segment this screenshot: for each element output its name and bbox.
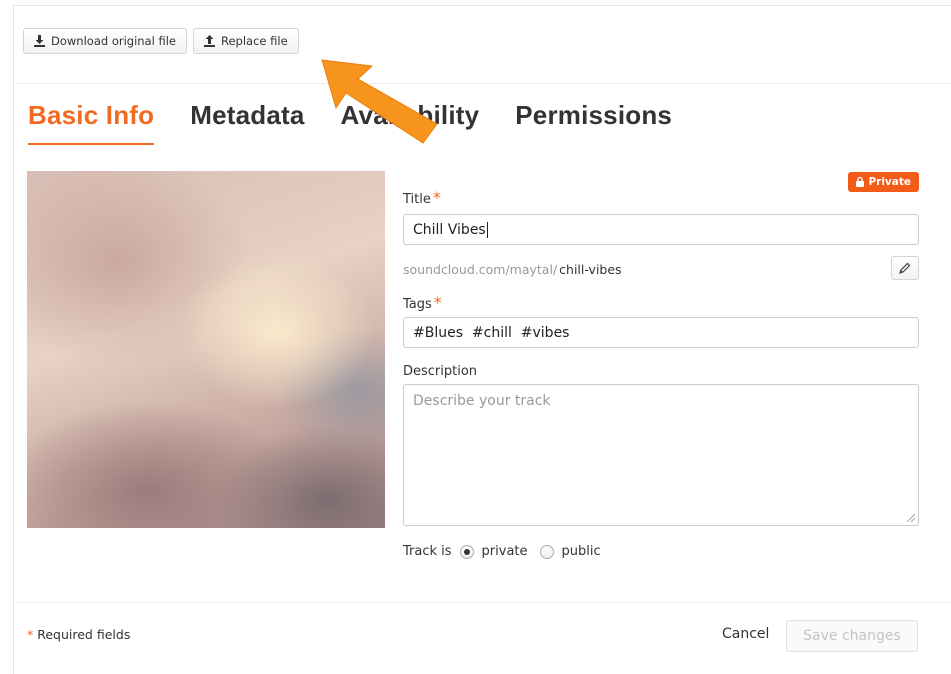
basic-info-form: Title * Private Chill Vibes soundcloud.co… [403,172,919,559]
permalink-row: soundcloud.com/maytal/ chill-vibes [403,255,919,283]
track-tabs: Basic Info Metadata Availability Permiss… [28,100,708,145]
tags-required-mark: * [433,293,442,312]
lock-icon [856,177,865,187]
replace-file-label: Replace file [220,34,288,48]
description-label-row: Description [403,360,919,380]
radio-private[interactable] [459,544,474,559]
permalink-slug: chill-vibes [559,261,622,277]
upload-icon [203,35,215,47]
required-note-mark: * [27,627,34,642]
footer-divider [14,602,951,603]
pencil-icon [899,262,911,274]
tags-input[interactable]: #Blues #chill #vibes [403,317,919,348]
description-label: Description [403,364,478,379]
toolbar-divider [14,83,951,84]
description-textarea[interactable]: Describe your track [403,384,919,526]
title-input[interactable]: Chill Vibes [403,214,919,245]
edit-permalink-button[interactable] [891,256,919,280]
title-input-value: Chill Vibes [413,221,486,238]
required-note-text: Required fields [37,627,131,642]
download-original-button[interactable]: Download original file [23,28,187,54]
title-required-mark: * [432,188,441,207]
text-caret [486,221,488,238]
privacy-badge: Private [848,172,919,192]
description-placeholder: Describe your track [413,393,551,409]
save-changes-button[interactable]: Save changes [786,620,918,652]
radio-public[interactable] [539,544,554,559]
file-toolbar: Download original file Replace file [23,28,299,60]
required-fields-note: * Required fields [27,627,130,642]
radio-private-label[interactable]: private [482,544,528,559]
resize-handle[interactable] [907,514,915,522]
track-visibility-row: Track is private public [403,544,919,559]
tab-basic-info[interactable]: Basic Info [28,100,155,145]
replace-file-button[interactable]: Replace file [192,28,299,54]
radio-public-label[interactable]: public [562,544,601,559]
tab-metadata[interactable]: Metadata [190,100,304,145]
title-label: Title [403,192,431,207]
download-icon [34,35,45,47]
download-original-label: Download original file [51,34,176,48]
cancel-button[interactable]: Cancel [722,626,769,642]
track-artwork[interactable] [27,171,385,528]
tab-permissions[interactable]: Permissions [515,100,672,145]
tags-label: Tags [403,297,432,312]
permalink-base: soundcloud.com/maytal/ [403,261,558,277]
tab-availability[interactable]: Availability [341,100,480,145]
track-is-label: Track is [403,544,452,559]
tags-label-row: Tags * [403,293,919,313]
title-label-row: Title * Private [403,172,919,207]
privacy-badge-label: Private [868,176,911,188]
tags-input-value: #Blues #chill #vibes [413,324,570,341]
